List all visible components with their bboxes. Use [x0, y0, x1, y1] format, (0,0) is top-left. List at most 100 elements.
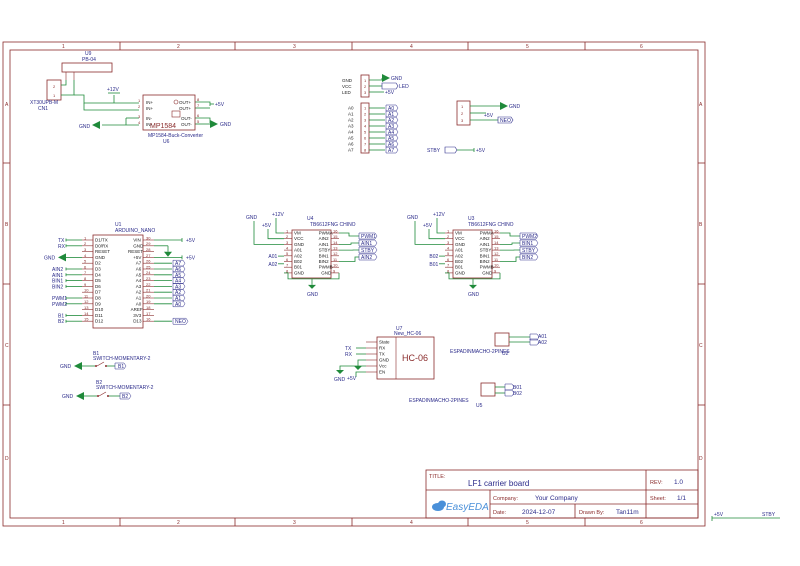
u7-p5v-label: +5V — [347, 376, 357, 382]
u3-pin-label: PWMA — [480, 231, 494, 236]
gnd-symbol — [336, 370, 344, 374]
ruler-row-b: B — [5, 222, 9, 228]
u9-pb04-part[interactable]: U9 PB-04 — [61, 51, 113, 80]
b1-switch-part[interactable]: B1 SWITCH-MOMENTARY-2 GND B1 — [60, 351, 151, 370]
net-neo: NEO — [497, 116, 514, 124]
u3-pin-num: 7 — [447, 263, 450, 268]
ruler-col-4: 4 — [410, 44, 413, 50]
net-flag-a7-text: A7 — [388, 148, 394, 154]
u4-pin-label: GND — [294, 242, 305, 247]
u7-pin-label: State — [379, 340, 390, 345]
u1-arduino-nano-part[interactable]: U1 ARDUINO_NANO D1/TX1TXD0/RX2RXRESET3GN… — [44, 222, 196, 329]
cn1-pin-1: 1 — [53, 93, 56, 98]
u4-pin-num: 10 — [333, 263, 338, 268]
u4-motor-net: A02 — [268, 262, 277, 268]
u6-pinnum-8: 8 — [197, 97, 200, 102]
u3-tb6612-part[interactable]: U3 TB6612FNG CHINO VM1VCC2GND3A014A025B0… — [407, 212, 539, 298]
u1-pin-label: D9 — [95, 301, 101, 306]
u7-pin-label: EN — [379, 370, 385, 375]
ruler-row-d: D — [5, 456, 9, 462]
u1-pin-label: A6 — [136, 267, 142, 272]
b2-switch-part[interactable]: B2 SWITCH-MOMENTARY-2 GND B2 — [62, 380, 154, 400]
u1-pin-num: 28 — [146, 247, 151, 252]
u1-pin-label: A7 — [136, 261, 142, 266]
u2-ref: U2 — [502, 351, 509, 357]
u4-pin-num: 7 — [286, 263, 289, 268]
u4-pin-num: 9 — [333, 268, 336, 273]
u5-header-part[interactable]: B01 B02 ESPADINMACHO-2PINES U5 — [409, 382, 522, 409]
u2-header-part[interactable]: A01 A02 ESPADINMACHO-2PINES U2 — [450, 332, 547, 357]
u6-chip-label: MP1584 — [150, 123, 176, 130]
u4-net-stby: STBY — [358, 246, 378, 254]
ruler-col-5: 5 — [526, 44, 529, 50]
u7-wire — [339, 365, 366, 370]
u4-wire — [275, 218, 284, 234]
header-analog-label: A4 — [348, 130, 354, 135]
header-analog-part[interactable]: A0 1 A0A1 2 A1A2 3 A2A3 4 A3A4 5 A4A5 6 A5A6 7 A6A7 8 A7 — [348, 102, 399, 154]
u1-pin-num: 14 — [84, 311, 89, 316]
ruler-col-2: 2 — [177, 520, 180, 526]
u4-net-pwm1-text: PWM1 — [361, 234, 376, 240]
u6-pinnum-4: 4 — [138, 120, 141, 125]
header-neo-part[interactable]: 1 2 3 — [456, 100, 471, 126]
u4-tb6612-part[interactable]: U4 TB6612FNG CHINO VM1VCC2GND3A014A025B0… — [246, 212, 378, 298]
neo-pin-1: 1 — [461, 104, 464, 109]
u1-pin-num: 16 — [146, 317, 151, 322]
header-analog-pinnum: 6 — [364, 136, 367, 141]
u1-pin-num: 11 — [84, 293, 89, 298]
u3-pin-num: 4 — [447, 246, 450, 251]
u4-pin-num: 13 — [333, 246, 338, 251]
u3-pin-label: VCC — [455, 236, 465, 241]
ruler-bottom: 1 2 3 4 5 6 — [62, 520, 643, 526]
u1-pin-label: D1/TX — [95, 238, 108, 243]
u3-pin-num: 3 — [447, 240, 450, 245]
u1-pin-num: 9 — [84, 282, 87, 287]
u6-mp1584-part[interactable]: MP1584 IN+ IN+ IN- IN- OUT+ OUT+ OUT- OU… — [138, 94, 203, 145]
u1-pin-label: D10 — [95, 307, 104, 312]
p5v-symbol-neo: +5V — [482, 112, 494, 119]
u6-pin-out2: OUT+ — [179, 106, 191, 111]
drawing-title: LF1 carrier board — [468, 479, 529, 488]
u4-net-ain2-text: AIN2 — [361, 255, 372, 261]
title-label: TITLE: — [429, 474, 446, 480]
u4-motor-net: A01 — [268, 254, 277, 260]
u3-p5v: +5V — [423, 223, 433, 229]
ruler-row-a: A — [5, 102, 9, 108]
p5v-label: +5V — [476, 148, 486, 154]
gnd-symbol — [469, 284, 477, 289]
ruler-right: A B C D — [699, 102, 703, 462]
gnd-symbol — [354, 366, 362, 370]
cn1-ref: CN1 — [38, 106, 48, 112]
header-led-pin-2: 2 — [364, 84, 367, 89]
u6-pin-in2: IN+ — [146, 106, 154, 111]
u4-wire — [339, 232, 359, 237]
u5-ref: U5 — [476, 403, 483, 409]
ruler-col-1: 1 — [62, 44, 65, 50]
cn1-connector[interactable]: 2 1 XT30UPB-M CN1 — [30, 79, 62, 112]
u7-hc06-part[interactable]: U7 New_HC-06 HC-06 StateRXTXGNDVccENTXRX… — [334, 326, 435, 383]
u5-name: ESPADINMACHO-2PINES — [409, 398, 469, 404]
ruler-col-3: 3 — [293, 44, 296, 50]
u3-pin-num: 13 — [494, 246, 499, 251]
cn1-pin-2: 2 — [53, 84, 56, 89]
gnd-symbol-header: GND — [382, 74, 403, 82]
net-led: LED — [381, 82, 409, 90]
u7-gnd-label: GND — [334, 377, 346, 383]
header-led-part[interactable]: GND VCC LED 1 2 3 — [342, 74, 370, 98]
u3-net-bin2-text: BIN2 — [522, 255, 533, 261]
u1-pin-label: D6 — [95, 284, 101, 289]
u4-pin-label: STBY — [319, 248, 331, 253]
u1-gnd-label: GND — [44, 255, 56, 261]
p5v-label: +5V — [714, 512, 724, 518]
u4-pin-label: VCC — [294, 236, 304, 241]
p5v-symbol-header: +5V — [380, 90, 395, 96]
b1-net: B1 — [118, 364, 124, 370]
header-analog-pinnum: 8 — [364, 148, 367, 153]
gnd-label: GND — [79, 124, 91, 130]
rev-value: 1.0 — [674, 479, 683, 486]
u1-pin-num: 3 — [84, 247, 87, 252]
sheet-frame — [2, 41, 706, 527]
sheet-label: Sheet: — [650, 496, 666, 502]
u1-pin-num: 15 — [84, 317, 89, 322]
u3-pin-label: BIN1 — [480, 253, 491, 258]
